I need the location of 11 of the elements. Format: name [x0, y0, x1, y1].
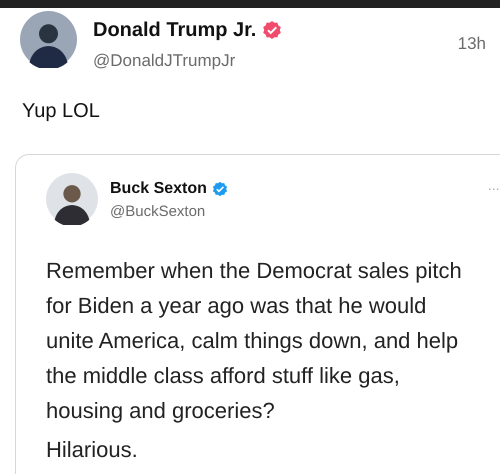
author-handle: @DonaldJTrumpJr — [93, 50, 236, 72]
avatar-icon — [46, 172, 98, 224]
avatar-icon — [20, 11, 77, 68]
more-menu[interactable]: ... — [488, 174, 500, 196]
post-text: Yup LOL — [22, 98, 101, 124]
quoted-author-name: Buck Sexton — [110, 178, 207, 198]
quoted-author-handle: @BuckSexton — [110, 202, 206, 222]
quoted-post-text: Hilarious. — [46, 436, 139, 464]
post-time: 13h — [458, 33, 486, 55]
quoted-post-text: Remember when the Democrat sales pitch for Biden a year ago was that he would unite America, calm things down, and help the middle class afford stuff like gas, housing and groceries? — [46, 256, 463, 425]
author-name: Donald Trump Jr. — [93, 18, 256, 43]
